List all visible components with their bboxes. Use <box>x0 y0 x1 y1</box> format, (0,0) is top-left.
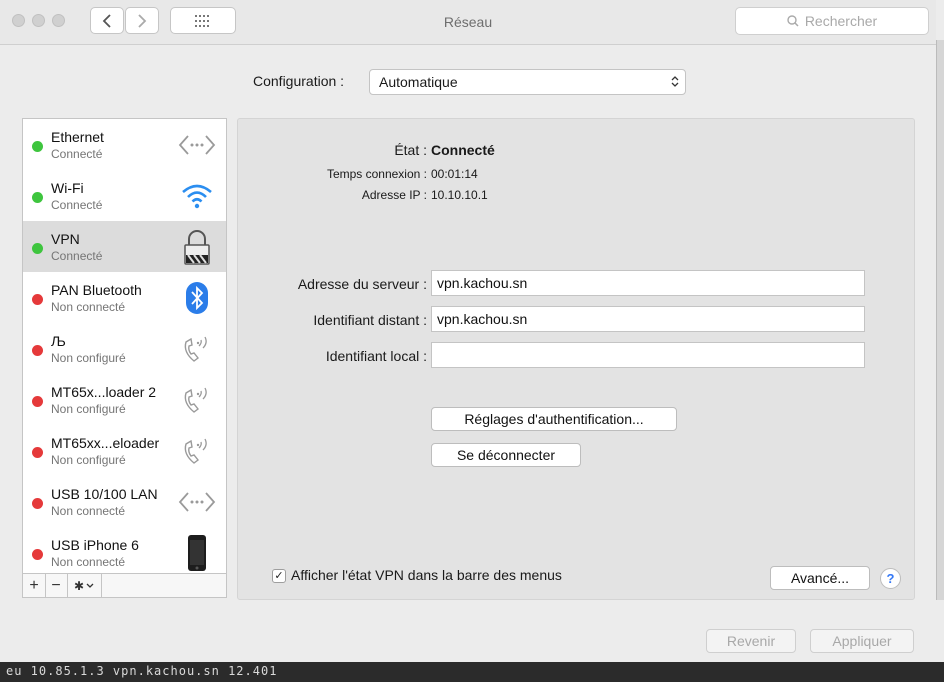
service-name: Љ <box>51 333 66 349</box>
background-window-edge <box>936 40 944 600</box>
server-address-label: Adresse du serveur : <box>297 276 427 292</box>
service-item-usb-iphone[interactable]: USB iPhone 6 Non connecté <box>23 527 226 573</box>
status-dot-disconnected <box>32 498 43 509</box>
add-label: + <box>29 576 39 594</box>
service-item-phone-1[interactable]: Љ Non configuré <box>23 323 226 374</box>
ethernet-icon <box>177 484 217 520</box>
status-dot-disconnected <box>32 294 43 305</box>
service-list[interactable]: Ethernet Connecté Wi-Fi Connecté VPN Con… <box>22 118 227 574</box>
service-status: Connecté <box>51 198 103 212</box>
service-item-ethernet[interactable]: Ethernet Connecté <box>23 119 226 170</box>
connection-time-value: 00:01:14 <box>431 167 478 181</box>
status-dot-disconnected <box>32 396 43 407</box>
service-name: PAN Bluetooth <box>51 282 142 298</box>
revert-button[interactable]: Revenir <box>706 629 796 653</box>
service-status: Non configuré <box>51 402 126 416</box>
service-status: Non configuré <box>51 351 126 365</box>
connection-time-label: Temps connexion : <box>326 167 427 181</box>
remote-id-field[interactable]: vpn.kachou.sn <box>431 306 865 332</box>
service-name: USB 10/100 LAN <box>51 486 158 502</box>
service-name: Wi-Fi <box>51 180 84 196</box>
service-item-wifi[interactable]: Wi-Fi Connecté <box>23 170 226 221</box>
service-status: Non configuré <box>51 453 126 467</box>
state-label: État : <box>394 142 427 158</box>
service-name: MT65x...loader 2 <box>51 384 157 400</box>
wifi-icon <box>177 178 217 214</box>
gear-menu-button[interactable]: ✱ <box>67 574 102 597</box>
service-status: Non connecté <box>51 555 126 569</box>
title-bar: Réseau Rechercher <box>0 0 936 45</box>
status-dot-disconnected <box>32 345 43 356</box>
service-status: Non connecté <box>51 504 126 518</box>
server-address-field[interactable]: vpn.kachou.sn <box>431 270 865 296</box>
search-icon <box>787 15 799 27</box>
phone-icon <box>177 382 217 418</box>
service-item-pan-bluetooth[interactable]: PAN Bluetooth Non connecté <box>23 272 226 323</box>
authentication-settings-button[interactable]: Réglages d'authentification... <box>431 407 677 431</box>
service-name: USB iPhone 6 <box>51 537 139 553</box>
service-name: MT65xx...eloader <box>51 435 160 451</box>
service-name: Ethernet <box>51 129 104 145</box>
service-item-vpn[interactable]: VPN Connecté <box>23 221 226 272</box>
ip-address-label: Adresse IP : <box>361 188 427 202</box>
status-dot-disconnected <box>32 549 43 560</box>
status-dot-disconnected <box>32 447 43 458</box>
background-terminal-text: eu 10.85.1.3 vpn.kachou.sn 12.401 <box>6 664 278 678</box>
service-status: Connecté <box>51 147 103 161</box>
network-preferences-window: Réseau Rechercher Configuration : Automa… <box>0 0 936 662</box>
phone-icon <box>177 331 217 367</box>
show-vpn-status-label: Afficher l'état VPN dans la barre des me… <box>291 567 562 583</box>
status-dot-connected <box>32 243 43 254</box>
phone-icon <box>177 433 217 469</box>
vpn-lock-icon <box>177 229 217 265</box>
local-id-field[interactable] <box>431 342 865 368</box>
iphone-icon <box>177 535 217 571</box>
ip-address-value: 10.10.10.1 <box>431 188 488 202</box>
chevron-down-icon <box>86 583 94 588</box>
service-status: Non connecté <box>51 300 126 314</box>
service-list-toolbar: + − ✱ <box>22 574 227 598</box>
add-service-button[interactable]: + <box>23 574 46 597</box>
configuration-select[interactable]: Automatique <box>369 69 686 95</box>
search-placeholder: Rechercher <box>804 13 878 29</box>
bluetooth-icon <box>177 280 217 316</box>
remote-id-label: Identifiant distant : <box>313 312 427 328</box>
remove-label: − <box>51 576 61 594</box>
advanced-button[interactable]: Avancé... <box>770 566 870 590</box>
configuration-value: Automatique <box>379 74 458 90</box>
select-arrows-icon <box>671 75 679 91</box>
service-item-phone-3[interactable]: MT65xx...eloader Non configuré <box>23 425 226 476</box>
service-name: VPN <box>51 231 80 247</box>
status-dot-connected <box>32 192 43 203</box>
disconnect-button[interactable]: Se déconnecter <box>431 443 581 467</box>
gear-icon: ✱ <box>73 578 85 593</box>
status-dot-connected <box>32 141 43 152</box>
show-vpn-status-checkbox[interactable]: ✓ <box>272 569 286 583</box>
help-button[interactable]: ? <box>880 568 901 589</box>
background-terminal: eu 10.85.1.3 vpn.kachou.sn 12.401 <box>0 662 944 682</box>
state-value: Connecté <box>431 142 495 158</box>
search-field[interactable]: Rechercher <box>735 7 929 35</box>
local-id-label: Identifiant local : <box>325 348 427 364</box>
remove-service-button[interactable]: − <box>45 574 68 597</box>
configuration-label: Configuration : <box>253 73 345 89</box>
service-item-phone-2[interactable]: MT65x...loader 2 Non configuré <box>23 374 226 425</box>
ethernet-icon <box>177 127 217 163</box>
apply-button[interactable]: Appliquer <box>810 629 914 653</box>
service-status: Connecté <box>51 249 103 263</box>
service-item-usb-lan[interactable]: USB 10/100 LAN Non connecté <box>23 476 226 527</box>
